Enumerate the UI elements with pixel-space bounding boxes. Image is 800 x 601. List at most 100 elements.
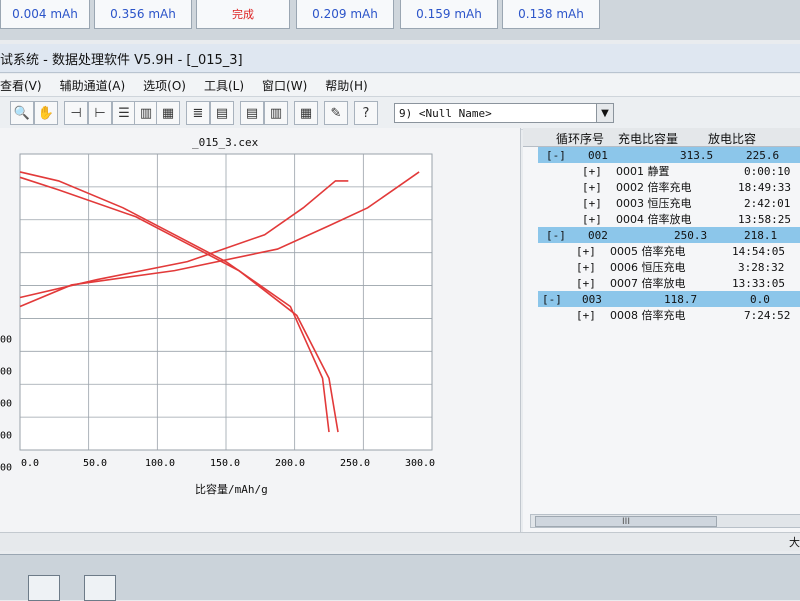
header-cycle[interactable]: 循环序号 bbox=[556, 130, 604, 147]
table-icon[interactable]: ▤ bbox=[210, 101, 234, 125]
report-icon[interactable]: ▤ bbox=[240, 101, 264, 125]
expand-toggle[interactable]: [+] bbox=[582, 197, 602, 210]
y-tick-label: 000 bbox=[0, 462, 12, 473]
channel-value: 0.209 mAh bbox=[312, 7, 378, 21]
taskbar-app-icon[interactable] bbox=[28, 575, 60, 601]
x-tick-label: 300.0 bbox=[405, 458, 435, 469]
header-charge[interactable]: 充电比容量 bbox=[618, 130, 678, 147]
cursor-left-icon[interactable]: ⊣ bbox=[64, 101, 88, 125]
status-bar: 大 bbox=[0, 532, 800, 551]
channel-box-5[interactable]: 0.159 mAh bbox=[400, 0, 498, 29]
step-label: 0005 倍率充电 bbox=[610, 245, 686, 258]
header-discharge[interactable]: 放电比容 bbox=[708, 130, 756, 147]
step-label: 0006 恒压充电 bbox=[610, 261, 686, 274]
x-axis-label: 比容量/mAh/g bbox=[195, 483, 268, 496]
horizontal-scrollbar[interactable]: III bbox=[530, 514, 800, 528]
expand-toggle[interactable]: [+] bbox=[576, 309, 596, 322]
step-row[interactable]: [+] 0001 静置 0:00:10 bbox=[538, 163, 800, 179]
cycle-row-002[interactable]: [-] 002 250.3 218.1 bbox=[538, 227, 800, 243]
step-time: 14:54:05 bbox=[732, 244, 785, 258]
step-row[interactable]: [+] 0003 恒压充电 2:42:01 bbox=[538, 195, 800, 211]
hand-pan-icon[interactable]: ✋ bbox=[34, 101, 58, 125]
menu-help[interactable]: 帮助(H) bbox=[325, 77, 367, 94]
capacity-chart[interactable]: 0.0 50.0 100.0 150.0 200.0 250.0 300.0 0000000… bbox=[0, 148, 450, 478]
step-row[interactable]: [+] 0008 倍率充电 7:24:52 bbox=[538, 307, 800, 323]
x-tick-label: 200.0 bbox=[275, 458, 305, 469]
expand-toggle[interactable]: [+] bbox=[582, 165, 602, 178]
menu-tools[interactable]: 工具(L) bbox=[204, 77, 244, 94]
channel-box-6[interactable]: 0.138 mAh bbox=[502, 0, 600, 29]
x-tick-label: 150.0 bbox=[210, 458, 240, 469]
x-tick-label: 100.0 bbox=[145, 458, 175, 469]
step-row[interactable]: [+] 0005 倍率充电 14:54:05 bbox=[538, 243, 800, 259]
step-row[interactable]: [+] 0002 倍率充电 18:49:33 bbox=[538, 179, 800, 195]
step-label: 0008 倍率充电 bbox=[610, 309, 686, 322]
y-tick-label: 00 bbox=[0, 430, 12, 441]
cycle-id: 003 bbox=[582, 292, 602, 306]
chart-settings-icon[interactable]: ▦ bbox=[294, 101, 318, 125]
menu-options[interactable]: 选项(O) bbox=[143, 77, 186, 94]
series-select[interactable]: 9) <Null Name> ▼ bbox=[394, 103, 614, 123]
step-time: 0:00:10 bbox=[744, 164, 791, 178]
menu-window[interactable]: 窗口(W) bbox=[262, 77, 307, 94]
channel-value: 0.356 mAh bbox=[110, 7, 176, 21]
step-row[interactable]: [+] 0004 倍率放电 13:58:25 bbox=[538, 211, 800, 227]
step-time: 2:42:01 bbox=[744, 196, 791, 210]
cycle-id: 002 bbox=[588, 228, 608, 242]
cycle-row-001[interactable]: [-] 001 313.5 225.6 bbox=[538, 147, 800, 163]
step-time: 18:49:33 bbox=[738, 180, 791, 194]
y-tick-label: 00 bbox=[0, 366, 12, 377]
channel-box-3[interactable]: 完成 bbox=[196, 0, 290, 29]
step-label: 0003 恒压充电 bbox=[616, 197, 692, 210]
vsplit-icon[interactable]: ▥ bbox=[134, 101, 158, 125]
series-select-value: 9) <Null Name> bbox=[399, 106, 492, 120]
grid-icon[interactable]: ▦ bbox=[156, 101, 180, 125]
zoom-icon[interactable]: 🔍 bbox=[10, 101, 34, 125]
expand-toggle[interactable]: [+] bbox=[576, 261, 596, 274]
taskbar bbox=[0, 554, 800, 601]
expand-toggle[interactable]: [+] bbox=[582, 213, 602, 226]
step-label: 0004 倍率放电 bbox=[616, 213, 692, 226]
cycle-id: 001 bbox=[588, 148, 608, 162]
step-label: 0007 倍率放电 bbox=[610, 277, 686, 290]
export-icon[interactable]: ▥ bbox=[264, 101, 288, 125]
menu-aux-channel[interactable]: 辅助通道(A) bbox=[60, 77, 126, 94]
channel-value: 0.159 mAh bbox=[416, 7, 482, 21]
pen-icon[interactable]: ✎ bbox=[324, 101, 348, 125]
channel-status: 完成 bbox=[232, 8, 254, 21]
charge-capacity: 313.5 bbox=[680, 148, 714, 162]
taskbar-chart-icon[interactable] bbox=[84, 575, 116, 601]
channel-box-4[interactable]: 0.209 mAh bbox=[296, 0, 394, 29]
collapse-toggle[interactable]: [-] bbox=[546, 149, 566, 162]
expand-toggle[interactable]: [+] bbox=[576, 245, 596, 258]
charge-capacity: 250.3 bbox=[674, 228, 708, 242]
step-row[interactable]: [+] 0006 恒压充电 3:28:32 bbox=[538, 259, 800, 275]
cursor-right-icon[interactable]: ⊢ bbox=[88, 101, 112, 125]
list-icon[interactable]: ≣ bbox=[186, 101, 210, 125]
step-label: 0002 倍率充电 bbox=[616, 181, 692, 194]
discharge-capacity: 218.1 bbox=[744, 228, 778, 242]
channel-box-1[interactable]: 0.004 mAh bbox=[0, 0, 90, 29]
expand-toggle[interactable]: [+] bbox=[576, 277, 596, 290]
hsplit-icon[interactable]: ☰ bbox=[112, 101, 136, 125]
status-text: 大 bbox=[789, 536, 800, 549]
x-tick-label: 250.0 bbox=[340, 458, 370, 469]
x-tick-label: 50.0 bbox=[83, 458, 107, 469]
discharge-capacity: 0.0 bbox=[750, 292, 770, 306]
channel-box-2[interactable]: 0.356 mAh bbox=[94, 0, 192, 29]
collapse-toggle[interactable]: [-] bbox=[546, 229, 566, 242]
step-row[interactable]: [+] 0007 倍率放电 13:33:05 bbox=[538, 275, 800, 291]
help-icon[interactable]: ? bbox=[354, 101, 378, 125]
step-time: 3:28:32 bbox=[738, 260, 785, 274]
x-tick-label: 0.0 bbox=[21, 458, 39, 469]
scroll-thumb[interactable]: III bbox=[535, 516, 717, 527]
y-tick-label: 00 bbox=[0, 398, 12, 409]
chevron-down-icon[interactable]: ▼ bbox=[596, 104, 613, 122]
menu-view[interactable]: 查看(V) bbox=[0, 77, 42, 94]
expand-toggle[interactable]: [+] bbox=[582, 181, 602, 194]
collapse-toggle[interactable]: [-] bbox=[542, 293, 562, 306]
window-titlebar[interactable]: 试系统 - 数据处理软件 V5.9H - [_015_3] bbox=[0, 44, 800, 73]
step-label: 0001 静置 bbox=[616, 165, 670, 178]
cycle-row-003[interactable]: [-] 003 118.7 0.0 bbox=[538, 291, 800, 307]
step-time: 13:33:05 bbox=[732, 276, 785, 290]
